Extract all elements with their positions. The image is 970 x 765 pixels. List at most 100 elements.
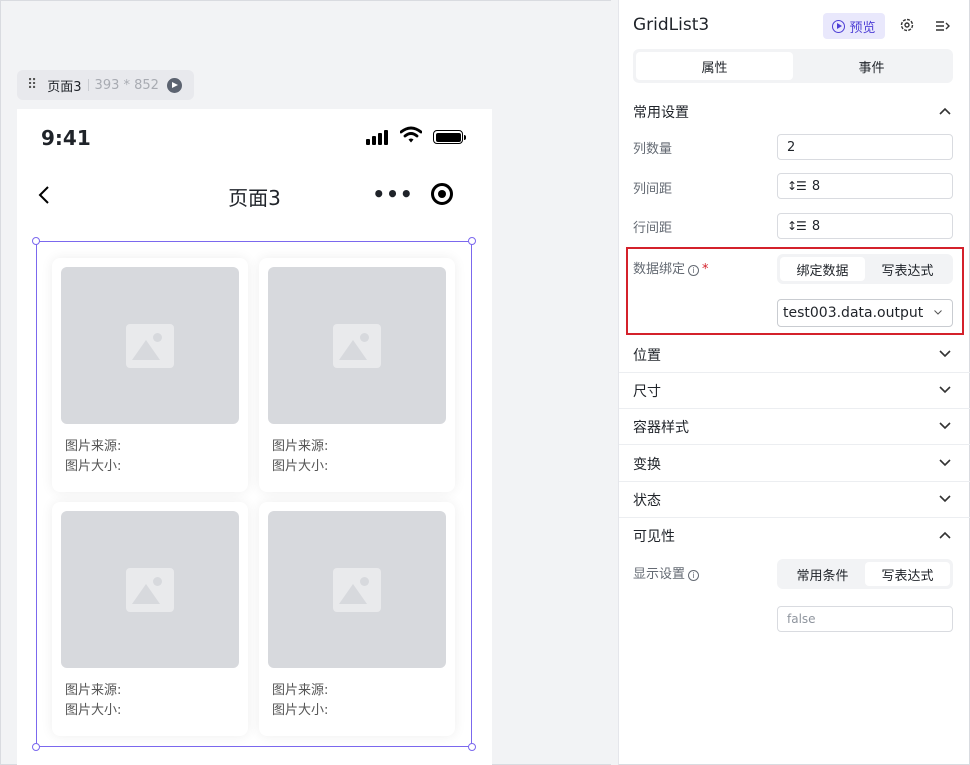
drag-handle-icon[interactable]: ⠿ [27,77,37,93]
item-text: 图片来源: 图片大小: [65,437,121,477]
row-gap-input[interactable]: ↕☰ 8 [777,213,953,239]
divider [87,79,89,91]
data-binding-label: 数据绑定 i * [633,258,709,277]
gridlist-selection[interactable]: 图片来源: 图片大小: 图片来源: 图片大小: 图片来源: 图片大小: 图片来源… [32,237,476,751]
close-target-icon[interactable] [431,183,453,205]
common-condition-option[interactable]: 常用条件 [780,562,865,586]
page-size: 393 * 852 [94,77,159,93]
expression-option[interactable]: 写表达式 [865,562,950,586]
nav-bar: 页面3 ••• [17,165,492,225]
resize-handle[interactable] [468,743,476,751]
battery-icon [433,130,466,144]
image-icon [333,323,381,368]
row-gap-value: 8 [811,218,821,234]
chevron-down-icon[interactable] [939,350,951,358]
phone-frame: 9:41 页面3 ••• 图片来源: 图片大小: 图片来源: 图片大小: 图片来… [17,109,492,765]
page-tag[interactable]: ⠿ 页面3 393 * 852 [17,70,194,100]
capsule-menu: ••• [369,177,465,211]
item-text: 图片来源: 图片大小: [272,681,328,721]
bind-data-option[interactable]: 绑定数据 [780,257,865,281]
data-source-select[interactable]: test003.data.output [777,299,953,327]
chevron-up-icon[interactable] [939,107,951,115]
image-size-label: 图片大小: [65,459,122,474]
section-visibility[interactable]: 可见性 [619,518,970,554]
play-circle-icon [832,19,846,33]
properties-panel: GridList3 预览 属性 事件 常用设置 列数量 2 列间距 ↕☰ 8 行… [618,0,970,765]
image-size-label: 图片大小: [65,703,122,718]
status-bar: 9:41 [17,109,492,165]
collapse-panel-icon[interactable] [935,19,950,33]
panel-header: GridList3 预览 [619,0,970,48]
more-icon[interactable]: ••• [369,184,417,204]
resize-handle[interactable] [32,237,40,245]
columns-value: 2 [787,139,796,155]
image-icon [126,323,174,368]
image-placeholder [268,267,446,424]
preview-label: 预览 [849,20,876,36]
expression-input[interactable]: false [777,606,953,632]
page-name: 页面3 [47,79,82,95]
chevron-down-icon [934,310,942,315]
display-label-text: 显示设置 [633,567,686,582]
column-gap-input[interactable]: ↕☰ 8 [777,173,953,199]
column-gap-value: 8 [811,178,821,194]
canvas-area: ⠿ 页面3 393 * 852 9:41 页面3 ••• 图片来源: 图片大小:… [0,0,611,765]
row-gap-label: 行间距 [633,221,673,236]
columns-input[interactable]: 2 [777,134,953,160]
grid-item[interactable]: 图片来源: 图片大小: [259,258,455,492]
section-title: 尺寸 [633,383,661,400]
data-source-value: test003.data.output [783,305,924,321]
info-icon[interactable]: i [688,570,700,581]
line-height-icon: ↕☰ [787,179,807,193]
info-icon[interactable]: i [688,265,700,276]
chevron-up-icon[interactable] [939,531,951,539]
required-mark: * [702,262,709,277]
tab-events[interactable]: 事件 [793,52,950,80]
image-source-label: 图片来源: [272,683,329,698]
expression-option[interactable]: 写表达式 [865,257,950,281]
play-icon[interactable] [166,77,182,93]
grid-item[interactable]: 图片来源: 图片大小: [52,258,248,492]
section-container-style[interactable]: 容器样式 [619,409,970,445]
section-title: 常用设置 [633,105,689,121]
grid-item[interactable]: 图片来源: 图片大小: [259,502,455,736]
image-icon [126,567,174,612]
image-source-label: 图片来源: [272,439,329,454]
chevron-down-icon[interactable] [939,422,951,430]
binding-mode-toggle: 绑定数据 写表达式 [777,254,953,284]
display-setting-label: 显示设置 i [633,563,700,582]
line-height-icon: ↕☰ [787,219,807,233]
panel-tabs: 属性 事件 [633,49,953,83]
image-size-label: 图片大小: [272,459,329,474]
item-text: 图片来源: 图片大小: [65,681,121,721]
component-name: GridList3 [633,15,710,35]
section-position[interactable]: 位置 [619,337,970,373]
chevron-down-icon[interactable] [939,386,951,394]
expression-placeholder: false [787,612,816,626]
section-title: 可见性 [633,529,675,545]
image-placeholder [268,511,446,668]
image-icon [333,567,381,612]
chevron-down-icon[interactable] [939,459,951,467]
resize-handle[interactable] [32,743,40,751]
image-source-label: 图片来源: [65,439,122,454]
tab-properties[interactable]: 属性 [636,52,793,80]
section-size[interactable]: 尺寸 [619,373,970,409]
resize-handle[interactable] [468,237,476,245]
gear-icon[interactable] [899,17,915,33]
columns-label: 列数量 [633,142,673,157]
grid-item[interactable]: 图片来源: 图片大小: [52,502,248,736]
image-placeholder [61,267,239,424]
preview-button[interactable]: 预览 [823,13,885,39]
image-placeholder [61,511,239,668]
section-title: 位置 [633,347,661,364]
section-transform[interactable]: 变换 [619,446,970,482]
signal-icon [366,130,388,145]
section-title: 容器样式 [633,419,689,436]
chevron-down-icon[interactable] [939,495,951,503]
section-title: 变换 [633,456,661,473]
status-time: 9:41 [41,126,91,150]
section-common[interactable]: 常用设置 [619,94,970,130]
section-state[interactable]: 状态 [619,482,970,518]
display-mode-toggle: 常用条件 写表达式 [777,559,953,589]
